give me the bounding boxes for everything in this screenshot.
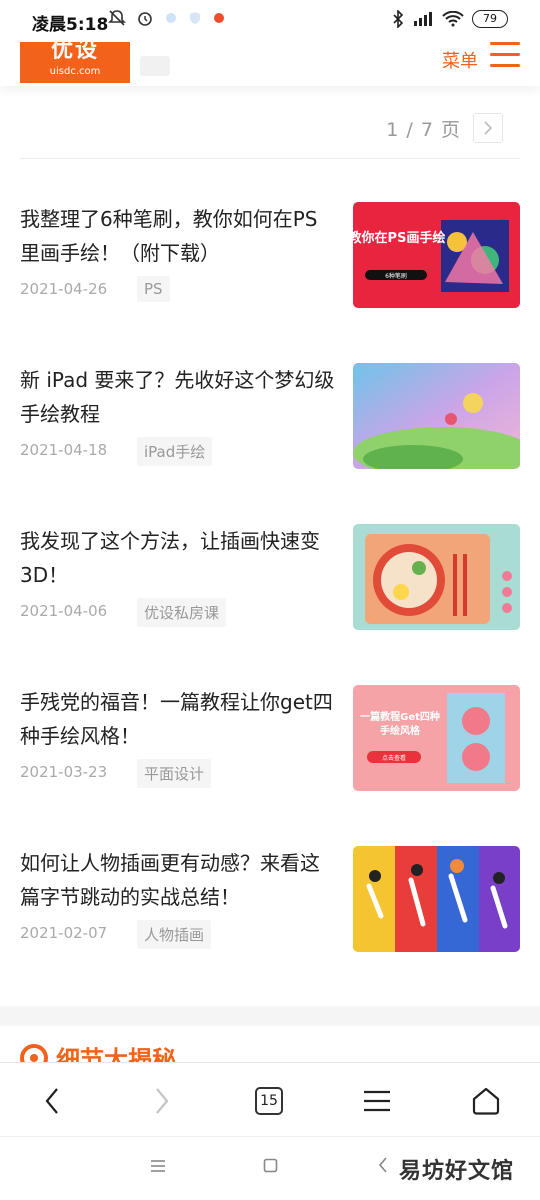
article-title[interactable]: 如何让人物插画更有动感？来看这篇字节跳动的实战总结！ <box>20 846 335 914</box>
article-item[interactable]: 如何让人物插画更有动感？来看这篇字节跳动的实战总结！ 2021-02-07 人物… <box>20 846 520 954</box>
article-thumbnail[interactable]: 6种笔刷 教你在PS画手绘 <box>353 202 520 308</box>
tab-count: 15 <box>255 1087 283 1115</box>
article-thumbnail[interactable] <box>353 846 520 952</box>
article-thumbnail[interactable] <box>353 524 520 630</box>
forward-arrow-icon <box>156 1088 169 1114</box>
hamburger-menu-icon[interactable] <box>490 42 520 70</box>
status-time: 凌晨5:18 <box>32 15 109 35</box>
article-title[interactable]: 我发现了这个方法，让插画快速变3D！ <box>20 524 335 592</box>
system-navigation-bar: 易坊好文馆 <box>0 1136 540 1200</box>
browser-toolbar: 15 <box>0 1062 540 1136</box>
status-notification-icons <box>108 9 226 27</box>
battery-indicator: 79 <box>472 10 508 28</box>
thumb-sub-text: 点击查看 <box>382 754 406 762</box>
recents-button[interactable] <box>150 1157 166 1178</box>
article-tag[interactable]: 平面设计 <box>137 759 212 788</box>
home-icon <box>472 1087 500 1115</box>
article-title[interactable]: 手残党的福音！一篇教程让你get四种手绘风格！ <box>20 685 335 753</box>
article-item[interactable]: 新 iPad 要来了？先收好这个梦幻级手绘教程 2021-04-18 iPad手… <box>20 363 520 471</box>
section-divider <box>0 1006 540 1026</box>
site-logo[interactable]: 优设 uisdc.com <box>20 35 130 83</box>
article-date: 2021-04-18 <box>20 441 108 459</box>
mute-icon <box>108 10 126 26</box>
status-bar: 凌晨5:18 79 <box>0 0 540 42</box>
back-arrow-icon <box>45 1088 58 1114</box>
home-system-button[interactable] <box>263 1157 278 1178</box>
article-date: 2021-04-26 <box>20 280 108 298</box>
back-system-button[interactable] <box>378 1157 388 1178</box>
article-tag[interactable]: PS <box>137 276 170 302</box>
pagination: 1 / 7 页 <box>386 113 503 143</box>
article-date: 2021-04-06 <box>20 602 108 620</box>
taobao-icon <box>214 13 224 23</box>
article-tag[interactable]: 优设私房课 <box>137 598 227 627</box>
recents-icon <box>151 1160 165 1172</box>
home-button[interactable] <box>466 1081 506 1121</box>
divider <box>20 158 520 159</box>
alarm-icon <box>138 12 152 26</box>
chevron-right-icon <box>484 121 493 135</box>
article-date: 2021-03-23 <box>20 763 108 781</box>
menu-label[interactable]: 菜单 <box>442 47 478 73</box>
article-thumbnail[interactable] <box>353 363 520 469</box>
bluetooth-icon <box>393 10 404 28</box>
article-tag[interactable]: 人物插画 <box>137 920 212 949</box>
article-title[interactable]: 新 iPad 要来了？先收好这个梦幻级手绘教程 <box>20 363 335 431</box>
tabs-button[interactable]: 15 <box>249 1081 289 1121</box>
next-page-button[interactable] <box>473 113 503 143</box>
thumb-sub-text: 6种笔刷 <box>385 272 407 280</box>
signal-icon <box>414 12 432 26</box>
thumb-title-text: 教你在PS画手绘 <box>353 230 445 246</box>
menu-icon <box>364 1090 390 1112</box>
article-thumbnail[interactable]: 点击查看 一篇教程Get四种手绘风格 <box>353 685 520 791</box>
square-home-icon <box>263 1158 278 1173</box>
page-indicator: 1 / 7 页 <box>386 118 461 141</box>
app-notification-icon <box>166 13 176 23</box>
thumb-title-text: 一篇教程Get四种手绘风格 <box>360 712 440 737</box>
article-item[interactable]: 我整理了6种笔刷，教你如何在PS里画手绘！（附下载） 2021-04-26 PS… <box>20 202 520 310</box>
article-date: 2021-02-07 <box>20 924 108 942</box>
back-triangle-icon <box>378 1157 387 1173</box>
header-faded-element <box>140 56 170 76</box>
shield-icon <box>190 12 200 24</box>
back-button[interactable] <box>32 1081 72 1121</box>
watermark-text: 易坊好文馆 <box>398 1159 514 1184</box>
article-tag[interactable]: iPad手绘 <box>137 437 213 466</box>
logo-url: uisdc.com <box>49 66 101 77</box>
article-item[interactable]: 手残党的福音！一篇教程让你get四种手绘风格！ 2021-03-23 平面设计 … <box>20 685 520 793</box>
article-item[interactable]: 我发现了这个方法，让插画快速变3D！ 2021-04-06 优设私房课 <box>20 524 520 632</box>
forward-button[interactable] <box>142 1081 182 1121</box>
article-title[interactable]: 我整理了6种笔刷，教你如何在PS里画手绘！（附下载） <box>20 202 335 270</box>
browser-menu-button[interactable] <box>357 1081 397 1121</box>
wifi-icon <box>442 11 464 27</box>
status-system-icons: 79 <box>392 10 508 28</box>
